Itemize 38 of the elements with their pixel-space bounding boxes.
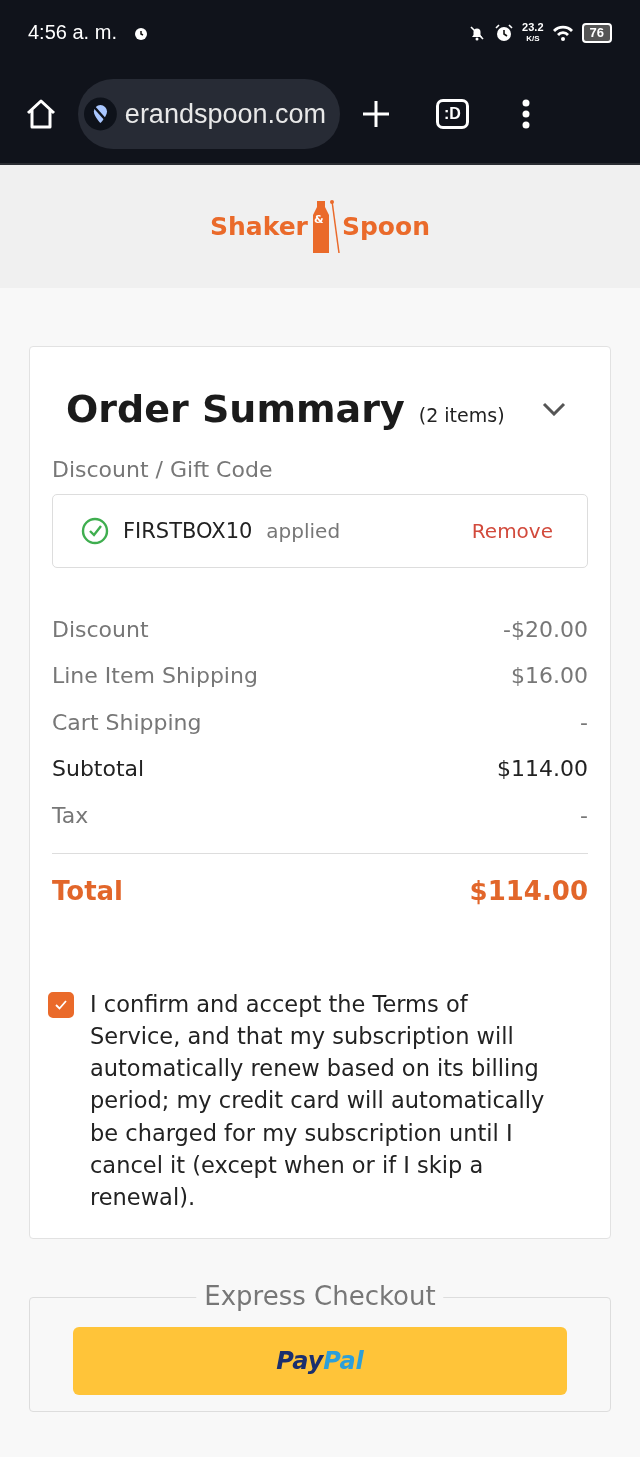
discount-label: Discount / Gift Code <box>52 457 274 482</box>
total-value: $114.00 <box>469 875 588 906</box>
total-label: Total <box>52 875 124 906</box>
summary-value: - <box>580 709 588 735</box>
battery-indicator: 76 <box>581 22 612 43</box>
speed-value: 23.2 <box>522 21 544 33</box>
alarm-icon <box>494 22 515 43</box>
summary-label: Cart Shipping <box>52 709 202 735</box>
address-bar[interactable]: erandspoon.com <box>78 79 340 149</box>
logo-word: Shaker <box>210 212 308 241</box>
url-text: erandspoon.com <box>124 98 326 130</box>
home-icon[interactable] <box>24 98 58 130</box>
summary-value: $16.00 <box>511 663 588 689</box>
terms-text: I confirm and accept the Terms of Service, and that my subscription will automatically renew based on its billing period; my credit card will automatically be charged for my subscription until I cancel it (except when or if I skip a renewal). <box>90 989 546 1213</box>
summary-value: -$20.00 <box>503 616 588 642</box>
plus-icon[interactable] <box>360 98 392 130</box>
more-icon[interactable] <box>520 98 531 130</box>
order-summary-title: Order Summary <box>66 387 405 431</box>
wifi-icon <box>551 23 574 42</box>
terms-checkbox[interactable] <box>48 991 74 1018</box>
status-time: 4:56 a. m. <box>28 21 117 44</box>
logo-word: Spoon <box>341 212 430 241</box>
code-status: applied <box>266 519 341 543</box>
chevron-icon[interactable] <box>542 402 566 416</box>
speed-unit: K/S <box>526 32 540 44</box>
paypal-button[interactable]: PayPal <box>73 1327 567 1396</box>
summary-label: Discount <box>52 616 149 642</box>
summary-value: $114.00 <box>497 756 588 782</box>
summary-label: Line Item Shipping <box>52 663 258 689</box>
summary-label: Tax <box>52 802 89 828</box>
summary-value: - <box>580 802 588 828</box>
tab-switcher-button[interactable]: :D <box>436 99 469 129</box>
remove-link[interactable]: Remove <box>471 519 553 543</box>
summary-label: Subtotal <box>52 756 145 782</box>
code-value: FIRSTBOX10 <box>123 519 253 543</box>
logo-ampersand: & <box>313 212 324 226</box>
item-count: (2 items) <box>418 404 505 426</box>
check-circle-icon <box>81 517 109 545</box>
